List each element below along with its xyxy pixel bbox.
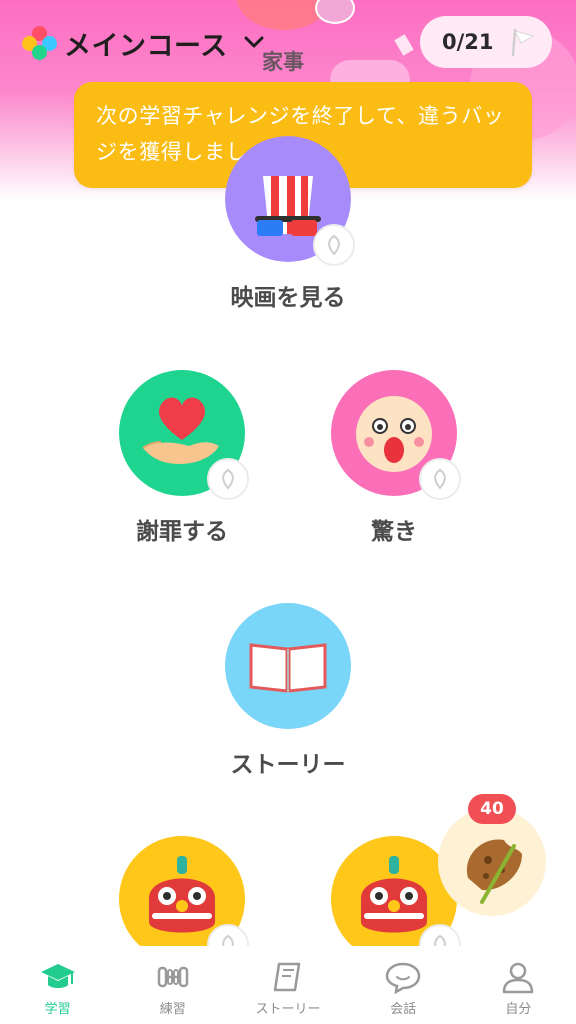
lesson-label: 謝罪する [136,519,228,545]
tab-label: 学習 [44,1002,71,1017]
lesson-badge [419,458,461,500]
challenge-progress[interactable]: 0/21 [420,16,552,68]
reward-button[interactable]: 40 [438,794,546,916]
lesson-node[interactable] [119,836,249,966]
decoration-bubble [315,0,355,24]
lesson-node[interactable] [225,136,355,266]
tab-conversation[interactable]: 会話 [346,946,461,1024]
reward-button-bg [438,808,546,916]
chat-bubble-icon [385,962,421,994]
tab-label: ストーリー [255,1002,321,1017]
cookie-stick-icon [466,839,522,904]
crown-icon [328,234,340,256]
course-title[interactable]: メインコース [64,24,228,63]
lesson-label: ストーリー [230,752,346,778]
crown-icon [434,468,446,490]
lesson-badge [313,224,355,266]
tab-label: 会話 [390,1002,417,1017]
tab-label: 練習 [159,1002,186,1017]
tab-learn[interactable]: 学習 [0,946,115,1024]
lesson-badge [207,458,249,500]
lesson-label: 映画を見る [230,285,346,311]
tab-practice[interactable]: 練習 [115,946,230,1024]
tab-profile[interactable]: 自分 [461,946,576,1024]
lesson-node[interactable] [225,603,351,729]
section-title: 家事 [262,50,304,74]
progress-count: 0/21 [442,30,494,54]
person-icon [503,962,534,994]
tab-stories[interactable]: ストーリー [230,946,345,1024]
bottom-tab-bar: 学習 練習 ストーリー 会話 自分 [0,946,576,1024]
decoration-confetti [394,34,414,56]
flag-icon [511,28,535,57]
graduation-cap-icon [40,964,75,988]
dumbbell-icon [157,966,189,988]
app-logo [22,26,57,60]
book-icon [273,962,301,992]
tab-label: 自分 [505,1002,532,1017]
lesson-node[interactable] [119,370,249,500]
lesson-label: 驚き [371,519,417,545]
crown-icon [222,468,234,490]
lesson-node[interactable] [331,370,461,500]
reward-count-badge: 40 [468,794,516,824]
open-book-icon [225,603,351,729]
